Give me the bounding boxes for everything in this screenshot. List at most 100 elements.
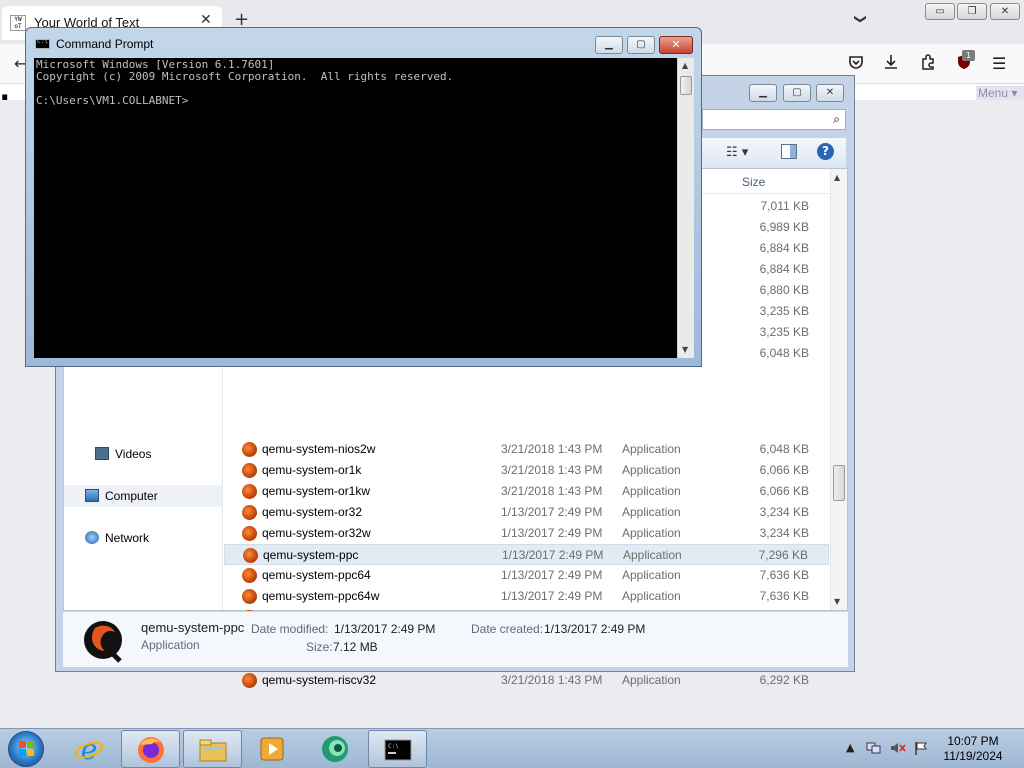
clock-time: 10:07 PM	[947, 734, 999, 748]
network-tray-icon[interactable]	[866, 741, 882, 758]
taskbar-media-player[interactable]	[243, 730, 302, 768]
file-size: 3,235 KB	[759, 304, 809, 318]
start-button[interactable]	[8, 731, 44, 767]
favicon-icon: YW oT	[10, 15, 26, 31]
file-name: qemu-system-or1k	[262, 463, 362, 477]
computer-icon	[85, 489, 99, 502]
explorer-command-bar: ☷ ▾ ?	[702, 138, 846, 168]
file-name: qemu-system-or1kw	[262, 484, 371, 498]
file-size: 7,636 KB	[759, 589, 809, 603]
file-type: Application	[622, 463, 681, 477]
table-row[interactable]: qemu-system-or32 1/13/2017 2:49 PM Applica…	[224, 502, 829, 523]
qemu-file-icon	[242, 526, 257, 541]
cmd-scrollbar[interactable]: ▲ ▼	[677, 58, 694, 358]
file-size: 6,048 KB	[759, 346, 809, 360]
cmd-close-button[interactable]: ✕	[659, 36, 693, 54]
taskbar-green-app[interactable]	[306, 730, 365, 768]
file-type: Application	[623, 548, 682, 562]
browser-minimize-button[interactable]: ▭	[925, 3, 955, 20]
extension-badge: 1	[962, 50, 975, 61]
clock-date: 11/19/2024	[943, 749, 1003, 763]
table-row[interactable]: qemu-system-ppc64 1/13/2017 2:49 PM Applic…	[224, 565, 829, 586]
nav-item-computer[interactable]: Computer	[64, 485, 222, 507]
file-name: qemu-system-or32	[262, 505, 363, 519]
nav-item-network[interactable]: Network	[64, 527, 222, 549]
file-size: 6,884 KB	[759, 262, 809, 276]
table-row[interactable]: qemu-system-or32w 1/13/2017 2:49 PM Applic…	[224, 523, 829, 544]
show-hidden-icons-button[interactable]: ▲	[846, 741, 854, 754]
scroll-up-icon[interactable]: ▲	[682, 61, 688, 70]
cmd-title-bar[interactable]: Command Prompt ▁ ▢ ✕	[26, 28, 701, 58]
hamburger-menu-icon[interactable]: ☰	[992, 54, 1006, 73]
tab-list-chevron-icon[interactable]: ❯	[854, 14, 868, 24]
taskbar-command-prompt[interactable]: C:\	[368, 730, 427, 768]
file-size: 3,234 KB	[759, 505, 809, 519]
file-name: qemu-system-nios2w	[262, 442, 376, 456]
details-file-name: qemu-system-ppc	[141, 620, 245, 635]
file-list-scrollbar[interactable]: ▲ ▼	[830, 169, 847, 610]
green-app-icon	[322, 736, 348, 762]
qemu-file-icon	[242, 505, 257, 520]
explorer-search-input[interactable]: ⌕	[702, 109, 846, 130]
cmd-console[interactable]: Microsoft Windows [Version 6.1.7601] Cop…	[34, 58, 677, 358]
cmd-maximize-button[interactable]: ▢	[627, 36, 655, 54]
browser-close-button[interactable]: ✕	[990, 3, 1020, 20]
help-icon[interactable]: ?	[817, 143, 834, 160]
scrollbar-thumb[interactable]	[833, 465, 845, 501]
details-pane: qemu-system-ppc Application Date modifie…	[63, 611, 848, 667]
view-options-icon[interactable]: ☷ ▾	[726, 145, 748, 160]
search-icon: ⌕	[833, 112, 840, 126]
action-center-flag-icon[interactable]	[914, 741, 928, 758]
table-row[interactable]: qemu-system-riscv32 3/21/2018 1:43 PM Appl…	[224, 670, 829, 691]
taskbar-clock[interactable]: 10:07 PM 11/19/2024	[930, 734, 1016, 764]
cmd-minimize-button[interactable]: ▁	[595, 36, 623, 54]
details-size-label: Size:	[306, 640, 333, 654]
taskbar-file-explorer[interactable]	[183, 730, 242, 768]
nav-item-label: Videos	[115, 447, 152, 461]
details-modified-label: Date modified:	[251, 622, 329, 636]
column-size[interactable]: Size	[742, 175, 765, 189]
taskbar-firefox[interactable]	[121, 730, 180, 768]
taskbar-internet-explorer[interactable]: e	[60, 730, 119, 768]
scroll-down-icon[interactable]: ▼	[682, 345, 688, 354]
file-size: 6,880 KB	[759, 283, 809, 297]
file-size: 7,296 KB	[758, 548, 808, 562]
command-prompt-icon	[35, 38, 50, 49]
extensions-icon[interactable]	[920, 54, 936, 74]
volume-muted-icon[interactable]	[890, 741, 906, 758]
file-type: Application	[622, 442, 681, 456]
file-date-modified: 3/21/2018 1:43 PM	[501, 442, 603, 456]
explorer-maximize-button[interactable]: ▢	[783, 84, 811, 102]
details-modified-value: 1/13/2017 2:49 PM	[334, 622, 436, 636]
nav-item-videos[interactable]: Videos	[64, 443, 222, 465]
taskbar: e C:\ ▲ 10:07 PM 11/19/2024	[0, 728, 1024, 768]
file-date-modified: 1/13/2017 2:49 PM	[501, 505, 603, 519]
table-row[interactable]: qemu-system-or1kw 3/21/2018 1:43 PM Applic…	[224, 481, 829, 502]
scroll-down-icon[interactable]: ▼	[834, 597, 840, 606]
command-prompt-window: Command Prompt ▁ ▢ ✕ Microsoft Windows […	[25, 27, 702, 367]
file-name: qemu-system-ppc64w	[262, 589, 380, 603]
scrollbar-thumb[interactable]	[680, 76, 692, 95]
file-size: 6,066 KB	[759, 484, 809, 498]
qemu-file-icon	[242, 589, 257, 604]
pocket-icon[interactable]	[848, 54, 864, 74]
tab-close-icon[interactable]: ✕	[200, 12, 212, 28]
file-date-modified: 1/13/2017 2:49 PM	[502, 548, 604, 562]
qemu-file-icon	[242, 442, 257, 457]
file-name: qemu-system-ppc64	[262, 568, 371, 582]
scroll-up-icon[interactable]: ▲	[834, 173, 840, 182]
browser-restore-button[interactable]: ❐	[957, 3, 987, 20]
download-icon[interactable]	[883, 54, 899, 74]
table-row[interactable]: qemu-system-or1k 3/21/2018 1:43 PM Applica…	[224, 460, 829, 481]
table-row[interactable]: qemu-system-nios2w 3/21/2018 1:43 PM Appli…	[224, 439, 829, 460]
firefox-icon	[138, 737, 164, 763]
qemu-file-icon	[242, 568, 257, 583]
table-row[interactable]: qemu-system-ppc64w 1/13/2017 2:49 PM Appli…	[224, 586, 829, 607]
qemu-file-icon	[242, 484, 257, 499]
explorer-close-button[interactable]: ✕	[816, 84, 844, 102]
file-size: 6,066 KB	[759, 463, 809, 477]
file-size: 3,235 KB	[759, 325, 809, 339]
explorer-minimize-button[interactable]: ▁	[749, 84, 777, 102]
preview-pane-icon[interactable]	[781, 144, 797, 159]
table-row[interactable]: qemu-system-ppc 1/13/2017 2:49 PM Applicat…	[224, 544, 829, 565]
